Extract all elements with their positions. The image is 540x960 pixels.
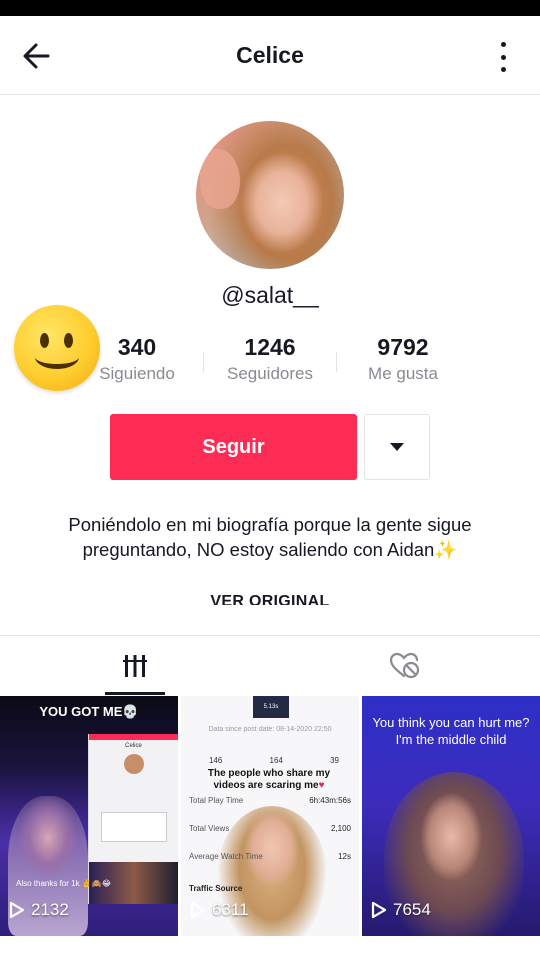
stat-value: 9792 — [377, 334, 429, 360]
video-caption: You think you can hurt me? I'm the middl… — [372, 715, 530, 747]
header: Celice — [0, 16, 540, 95]
profile-stats: 340 Siguiendo 1246 Seguidores 9792 Me gu… — [70, 332, 470, 392]
video-caption: YOU GOT ME💀 — [39, 704, 139, 719]
stat-following[interactable]: 340 Siguiendo — [70, 332, 204, 384]
video-subcaption: Also thanks for 1k ✌️🙈😂 — [16, 879, 112, 888]
view-count: 7654 — [371, 900, 431, 920]
view-count: 6311 — [190, 900, 249, 920]
play-icon — [190, 901, 206, 919]
follow-button[interactable]: Seguir — [110, 414, 357, 480]
stat-followers[interactable]: 1246 Seguidores — [203, 332, 337, 384]
stat-label: Seguidores — [226, 364, 313, 383]
page-title: Celice — [236, 42, 304, 68]
video-grid: Celice YOU GOT ME💀 Also thanks for 1k ✌️… — [0, 696, 540, 936]
caret-down-icon — [390, 443, 404, 451]
bio: Poniéndolo en mi biografía porque la gen… — [50, 512, 490, 562]
tab-liked[interactable] — [270, 636, 540, 696]
video-caption: The people who share my videos are scari… — [207, 768, 331, 791]
suggested-accounts-button[interactable] — [364, 414, 430, 480]
stat-likes[interactable]: 9792 Me gusta — [336, 332, 470, 384]
profile-screen: Celice @salat__ 340 Siguiendo 1246 Segui… — [0, 16, 540, 960]
sparkle-icon: ✨ — [434, 539, 458, 560]
stat-label: Me gusta — [368, 364, 438, 383]
tab-videos[interactable] — [0, 636, 270, 696]
video-thumbnail[interactable]: Celice YOU GOT ME💀 Also thanks for 1k ✌️… — [0, 696, 178, 936]
avatar[interactable] — [196, 121, 344, 269]
heart-icon: ♥ — [318, 780, 325, 791]
stat-label: Siguiendo — [99, 364, 175, 383]
view-count: 2132 — [9, 900, 69, 920]
video-thumbnail[interactable]: 5.13s Data since post date: 08-14-2020 2… — [181, 696, 359, 936]
profile-tabs — [0, 635, 540, 695]
liked-hidden-icon — [389, 652, 420, 679]
grid-bars-icon — [123, 655, 147, 677]
bio-text: Poniéndolo en mi biografía porque la gen… — [68, 514, 472, 560]
vertical-dots-icon — [500, 42, 506, 47]
play-icon — [371, 901, 387, 919]
active-tab-indicator — [105, 692, 165, 695]
see-original-link[interactable]: VER ORIGINAL — [0, 592, 540, 605]
video-thumbnail[interactable]: You think you can hurt me? I'm the middl… — [362, 696, 540, 936]
play-icon — [9, 901, 25, 919]
username: @salat__ — [221, 282, 319, 308]
stat-value: 1246 — [244, 334, 296, 360]
stat-value: 340 — [117, 334, 157, 360]
more-options-button[interactable] — [488, 40, 518, 74]
